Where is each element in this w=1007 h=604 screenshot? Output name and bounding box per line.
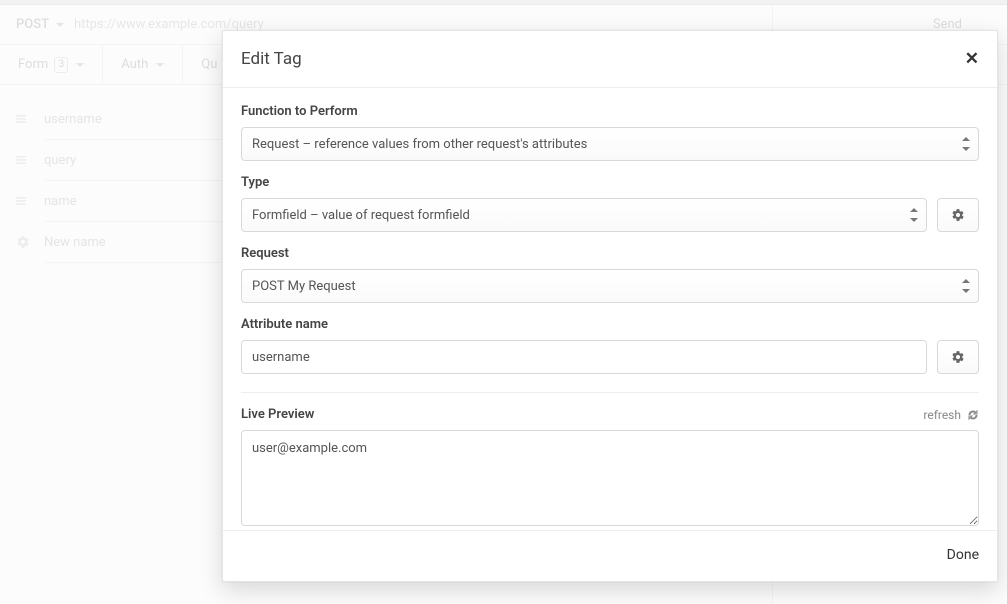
live-preview-label: Live Preview xyxy=(241,407,314,422)
select-caret-icon xyxy=(961,137,971,151)
modal-footer: Done xyxy=(223,530,997,581)
divider xyxy=(241,392,979,393)
attribute-name-value: username xyxy=(241,340,927,374)
modal-header: Edit Tag ✕ xyxy=(223,31,997,88)
gear-icon xyxy=(951,350,965,364)
type-settings-button[interactable] xyxy=(937,198,979,232)
type-label: Type xyxy=(241,175,979,190)
edit-tag-modal: Edit Tag ✕ Function to Perform Request –… xyxy=(222,30,998,582)
gear-icon xyxy=(951,208,965,222)
refresh-label: refresh xyxy=(923,408,961,422)
live-preview-header: Live Preview refresh xyxy=(241,407,979,422)
function-label: Function to Perform xyxy=(241,104,979,119)
live-preview-output[interactable]: user@example.com xyxy=(241,430,979,526)
request-select[interactable]: POST My Request xyxy=(241,269,979,303)
close-button[interactable]: ✕ xyxy=(965,49,979,69)
close-icon: ✕ xyxy=(965,49,979,69)
function-select[interactable]: Request – reference values from other re… xyxy=(241,127,979,161)
modal-title: Edit Tag xyxy=(241,49,302,69)
done-button[interactable]: Done xyxy=(947,547,979,563)
request-select-value: POST My Request xyxy=(241,269,979,303)
refresh-button[interactable]: refresh xyxy=(923,408,979,422)
modal-body: Function to Perform Request – reference … xyxy=(223,88,997,530)
refresh-icon xyxy=(967,409,979,421)
type-select-value: Formfield – value of request formfield xyxy=(241,198,927,232)
attribute-name-label: Attribute name xyxy=(241,317,979,332)
select-caret-icon xyxy=(961,279,971,293)
select-caret-icon xyxy=(909,208,919,222)
attribute-name-input[interactable]: username xyxy=(241,340,927,374)
request-label: Request xyxy=(241,246,979,261)
attribute-settings-button[interactable] xyxy=(937,340,979,374)
type-select[interactable]: Formfield – value of request formfield xyxy=(241,198,927,232)
function-select-value: Request – reference values from other re… xyxy=(241,127,979,161)
